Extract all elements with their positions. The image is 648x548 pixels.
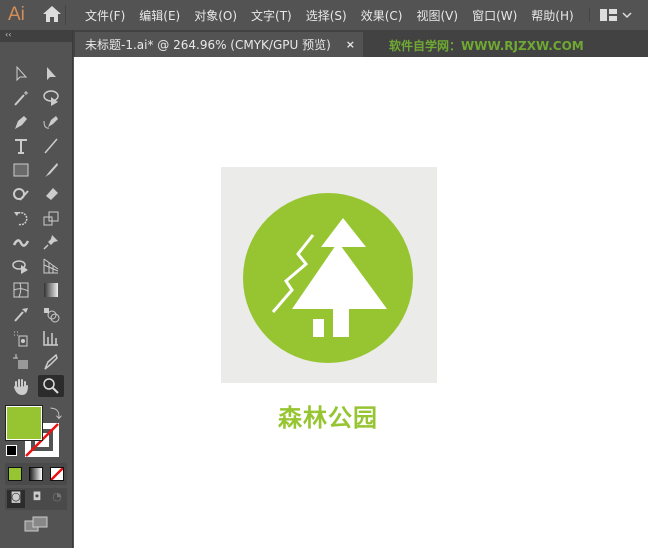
lasso-tool[interactable]: [38, 87, 64, 109]
tools-panel: ‹‹ ⤵ ◙ ◘ ◔: [0, 30, 73, 548]
brush-icon: [45, 163, 58, 177]
pin-icon: [43, 235, 58, 250]
paintbrush-tool[interactable]: [38, 159, 64, 181]
document-tab[interactable]: 未标题-1.ai* @ 264.96% (CMYK/GPU 预览) ×: [75, 32, 363, 57]
hand-tool[interactable]: [8, 375, 34, 397]
shape-builder-icon: [12, 260, 28, 274]
shaper-tool[interactable]: [8, 183, 34, 205]
rotate-icon: [14, 211, 28, 226]
gradient-tool[interactable]: [38, 279, 64, 301]
layout-icon: [599, 9, 617, 21]
artboard-icon: [13, 354, 28, 369]
blend-icon: [44, 308, 60, 323]
eraser-tool[interactable]: [38, 183, 64, 205]
pen-icon: [15, 116, 27, 129]
gradient-button[interactable]: [29, 467, 43, 481]
close-icon[interactable]: ×: [346, 38, 355, 51]
perspective-grid-icon: [43, 258, 59, 274]
menu-bar: Ai 文件(F) 编辑(E) 对象(O) 文字(T) 选择(S) 效果(C) 视…: [0, 0, 648, 30]
arrow-filled-icon: [47, 67, 56, 80]
menu-edit[interactable]: 编辑(E): [139, 7, 180, 24]
draw-normal-icon[interactable]: ◙: [7, 490, 25, 508]
none-button[interactable]: [50, 467, 64, 481]
collapse-button[interactable]: ‹‹: [0, 30, 72, 42]
spray-icon: [14, 331, 28, 347]
eraser-icon: [46, 188, 58, 200]
gradient-icon: [44, 283, 58, 297]
swap-colors-icon[interactable]: ⤵: [50, 405, 62, 422]
lasso-icon: [43, 90, 59, 106]
workspace-switcher[interactable]: [588, 8, 632, 22]
puppet-warp-icon: [12, 239, 30, 247]
screen-mode-icon: [24, 516, 48, 532]
shaper-icon: [13, 188, 29, 201]
mesh-tool[interactable]: [8, 279, 34, 301]
magic-wand-tool[interactable]: [8, 87, 34, 109]
hand-icon: [14, 379, 28, 395]
line-tool[interactable]: [38, 135, 64, 157]
column-graph-tool[interactable]: [38, 327, 64, 349]
rotate-tool[interactable]: [8, 207, 34, 229]
eyedropper-icon: [14, 308, 28, 322]
scale-tool[interactable]: [38, 207, 64, 229]
small-block: [313, 319, 324, 337]
chevron-down-icon: [622, 12, 632, 19]
color-mode-group: [5, 463, 67, 485]
pin-tool[interactable]: [38, 231, 64, 253]
pen-tool[interactable]: [8, 111, 34, 133]
menu-window[interactable]: 窗口(W): [472, 7, 517, 24]
artboard-tool[interactable]: [8, 351, 34, 373]
rectangle-tool[interactable]: [8, 159, 34, 181]
magic-wand-icon: [14, 91, 28, 106]
tree-trunk: [333, 308, 349, 337]
screen-mode-button[interactable]: [24, 516, 48, 536]
bar-chart-icon: [43, 331, 58, 346]
forest-park-logo[interactable]: [221, 167, 437, 383]
arrow-icon: [16, 65, 28, 82]
draw-inside-icon[interactable]: ◔: [48, 490, 66, 508]
perspective-grid-tool[interactable]: [38, 255, 64, 277]
rectangle-icon: [13, 163, 29, 177]
magnifier-icon: [43, 378, 59, 394]
app-logo: Ai: [8, 4, 25, 25]
curvature-tool[interactable]: [38, 111, 64, 133]
zoom-tool[interactable]: [38, 375, 64, 397]
logo-title[interactable]: 森林公园: [220, 398, 436, 433]
menu-help[interactable]: 帮助(H): [531, 7, 573, 24]
direct-selection-tool[interactable]: [38, 63, 64, 85]
home-icon: [43, 6, 61, 22]
curvature-pen-icon: [43, 116, 58, 129]
home-button[interactable]: [42, 5, 66, 25]
scale-icon: [43, 211, 59, 226]
menu-type[interactable]: 文字(T): [251, 7, 292, 24]
document-tab-bar: 未标题-1.ai* @ 264.96% (CMYK/GPU 预览) × 软件自学…: [73, 30, 648, 57]
default-colors-icon[interactable]: [6, 445, 17, 456]
menu-file[interactable]: 文件(F): [85, 7, 125, 24]
line-icon: [44, 138, 58, 154]
type-icon: [15, 139, 27, 154]
draw-behind-icon[interactable]: ◘: [28, 490, 46, 508]
menu-effect[interactable]: 效果(C): [361, 7, 403, 24]
tab-label: 未标题-1.ai* @ 264.96% (CMYK/GPU 预览): [85, 38, 331, 52]
menu-select[interactable]: 选择(S): [306, 7, 347, 24]
slice-tool[interactable]: [38, 351, 64, 373]
puppet-warp-tool[interactable]: [8, 231, 34, 253]
type-tool[interactable]: [8, 135, 34, 157]
fill-swatch-front[interactable]: [5, 405, 43, 441]
shape-builder-tool[interactable]: [8, 255, 34, 277]
eyedropper-tool[interactable]: [8, 303, 34, 325]
menu-view[interactable]: 视图(V): [416, 7, 458, 24]
knife-icon: [44, 353, 58, 370]
menu-object[interactable]: 对象(O): [194, 7, 237, 24]
color-button[interactable]: [8, 467, 22, 481]
symbol-sprayer-tool[interactable]: [8, 327, 34, 349]
mesh-icon: [13, 282, 29, 298]
blend-tool[interactable]: [38, 303, 64, 325]
watermark-text: 软件自学网：WWW.RJZXW.COM: [389, 39, 584, 53]
draw-mode-group: ◙ ◘ ◔: [5, 488, 67, 510]
selection-tool[interactable]: [8, 63, 34, 85]
